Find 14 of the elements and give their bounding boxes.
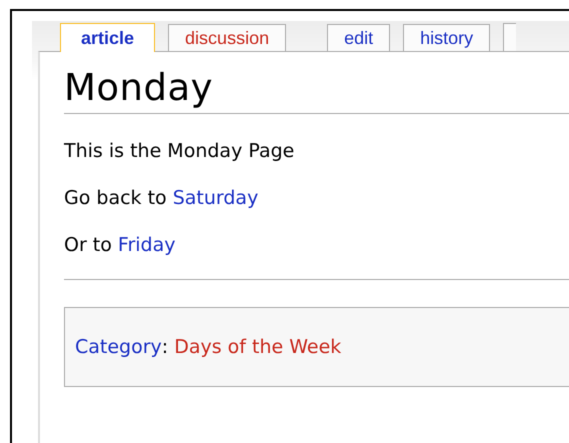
tab[interactable]: history	[403, 24, 490, 51]
paragraph: This is the Monday Page	[64, 139, 296, 164]
page-title: Monday	[64, 66, 569, 114]
page-link[interactable]: Saturday	[172, 187, 258, 209]
category-separator: :	[162, 336, 168, 358]
tab[interactable]: discussion	[168, 24, 286, 51]
page-link[interactable]: Friday	[118, 234, 176, 256]
category-link[interactable]: Days of the Week	[174, 336, 342, 358]
tab[interactable]	[503, 23, 516, 51]
paragraph: Go back to Saturday	[64, 186, 260, 211]
paragraph: Or to Friday	[64, 233, 177, 258]
tab[interactable]: edit	[327, 24, 390, 51]
category-link[interactable]: Category	[75, 336, 162, 358]
tab[interactable]: article	[60, 23, 156, 52]
